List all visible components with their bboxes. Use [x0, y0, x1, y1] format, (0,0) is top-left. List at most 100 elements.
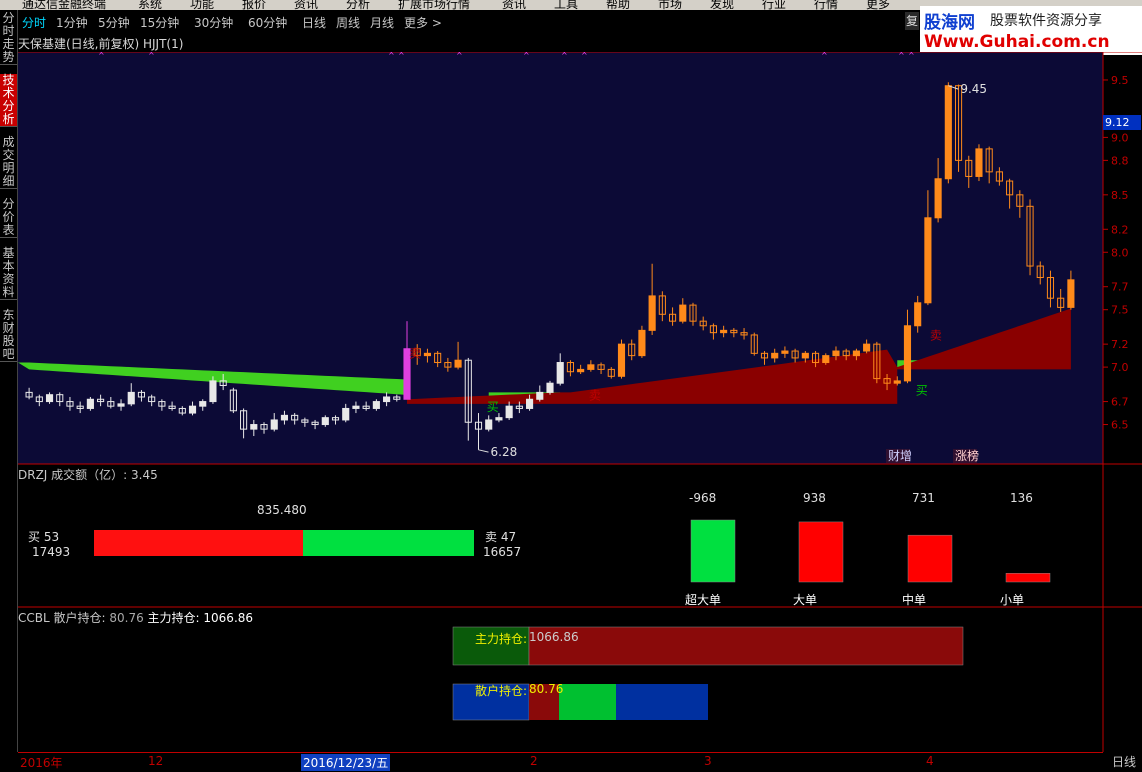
order-size-bar: [798, 521, 844, 583]
menu-item[interactable]: 分析: [346, 0, 370, 10]
candle-body: [383, 396, 391, 403]
candle-body: [423, 352, 432, 357]
event-label: 涨榜: [955, 448, 979, 463]
menu-item[interactable]: 系统: [138, 0, 162, 10]
period-tab[interactable]: 5分钟: [98, 14, 130, 31]
date-axis-label: 12: [148, 754, 164, 768]
ccbl-retail-bar-label: 散户持仓:: [475, 684, 528, 698]
drzj-panel-title: DRZJ 成交额（亿）: 3.45: [18, 468, 158, 482]
y-tick-label: 6.7: [1111, 396, 1129, 409]
candle-body: [832, 350, 840, 357]
sell-signal: 卖: [589, 388, 601, 402]
candle-body: [587, 364, 595, 370]
drzj-sell-value: 16657: [483, 545, 522, 559]
candle-body: [944, 85, 952, 180]
retail-holding-segment: [616, 684, 708, 720]
main-chart-title: 天保基建(日线,前复权) HJJT(1): [18, 37, 184, 51]
period-tab[interactable]: 周线: [336, 14, 360, 31]
order-size-value: 938: [803, 491, 826, 505]
order-size-value: 136: [1010, 491, 1033, 505]
watermark-url: Www.Guhai.com.cn: [924, 32, 1110, 52]
sidebar-tab[interactable]: 技术分析: [0, 74, 17, 127]
signal-marker: ×: [581, 52, 588, 57]
y-tick-label: 8.0: [1111, 246, 1129, 259]
menu-item[interactable]: 行情: [814, 0, 838, 10]
sell-signal: 卖: [930, 329, 942, 343]
sidebar-tab[interactable]: 基本资料: [0, 247, 17, 300]
ccbl-panel-title: CCBL 散户持仓: 80.76 主力持仓: 1066.86: [18, 609, 253, 626]
signal-marker: ×: [821, 52, 828, 57]
menu-item[interactable]: 帮助: [606, 0, 630, 10]
event-label: 财增: [888, 449, 912, 463]
menu-item[interactable]: 扩展市场行情: [398, 0, 470, 10]
candle-body: [188, 405, 197, 414]
ccbl-main-label: 主力持仓:: [143, 611, 204, 625]
menu-item[interactable]: 报价: [242, 0, 266, 10]
candle-body: [250, 424, 258, 430]
menu-item[interactable]: 工具: [554, 0, 578, 10]
candle-body: [1067, 279, 1075, 308]
date-axis-label: 2: [530, 754, 538, 768]
y-tick-label: 8.8: [1111, 154, 1129, 167]
period-tab[interactable]: 更多 >: [404, 14, 442, 31]
ccbl-retail-bar-value: 80.76: [529, 682, 564, 696]
left-sidebar: 分时走势技术分析成交明细分价表基本资料东财股吧: [0, 10, 18, 752]
order-size-value: -968: [689, 491, 716, 505]
menu-item[interactable]: 资讯: [502, 0, 526, 10]
candle-body: [914, 302, 922, 327]
menu-item[interactable]: 资讯: [294, 0, 318, 10]
candle-body: [822, 355, 830, 364]
period-tab[interactable]: 日线: [302, 14, 326, 31]
sell-signal: 卖: [409, 346, 421, 360]
menu-item[interactable]: 功能: [190, 0, 214, 10]
sidebar-tab[interactable]: 分时走势: [0, 12, 17, 65]
period-tab[interactable]: 分时: [22, 14, 46, 31]
period-tab[interactable]: 15分钟: [140, 14, 179, 31]
period-label[interactable]: 日线: [1112, 753, 1136, 770]
ccbl-title-prefix: CCBL 散户持仓:: [18, 611, 110, 625]
menu-item[interactable]: 市场: [658, 0, 682, 10]
ccbl-main-bar-label: 主力持仓:: [475, 632, 528, 646]
signal-marker: ×: [898, 52, 905, 57]
sell-amount-bar: [303, 530, 474, 556]
period-tab[interactable]: 1分钟: [56, 14, 88, 31]
sidebar-tab[interactable]: 成交明细: [0, 136, 17, 189]
candle-body: [720, 329, 728, 334]
candle-body: [280, 414, 289, 421]
signal-marker: ×: [148, 52, 155, 57]
retail-holding-segment: [559, 684, 616, 720]
date-axis-label: 4: [926, 754, 934, 768]
candle-body: [199, 401, 207, 407]
candle-body: [863, 343, 871, 352]
watermark-slogan: 股票软件资源分享: [990, 13, 1102, 29]
restore-button[interactable]: 复: [905, 12, 919, 30]
sidebar-tab[interactable]: 分价表: [0, 198, 17, 238]
menu-item[interactable]: 发现: [710, 0, 734, 10]
candle-body: [209, 380, 217, 403]
low-price-label: 6.28: [491, 445, 518, 459]
date-cursor-label: 2016/12/23/五: [301, 754, 391, 771]
order-size-bar: [1005, 573, 1051, 583]
watermark-logo: 股海网 股票软件资源分享 Www.Guhai.com.cn: [920, 6, 1142, 55]
ccbl-main-bar-value: 1066.86: [529, 630, 579, 644]
y-tick-label: 9.0: [1111, 131, 1129, 144]
ccbl-retail-value: 80.76: [109, 611, 144, 625]
candle-body: [903, 325, 912, 382]
sidebar-tab[interactable]: 东财股吧: [0, 309, 17, 362]
period-tab[interactable]: 30分钟: [194, 14, 233, 31]
menu-item[interactable]: 行业: [762, 0, 786, 10]
candle-body: [117, 403, 125, 407]
candle-body: [975, 148, 983, 177]
drzj-buy-label: 买 53: [28, 530, 60, 544]
y-tick-label: 8.2: [1111, 223, 1129, 236]
signal-marker: ×: [98, 52, 105, 57]
signal-marker: ×: [388, 52, 395, 57]
period-tab[interactable]: 月线: [370, 14, 394, 31]
ccbl-main-value: 1066.86: [203, 611, 254, 625]
menu-item[interactable]: 更多: [866, 0, 890, 10]
period-tab[interactable]: 60分钟: [248, 14, 287, 31]
candle-body: [270, 419, 278, 430]
signal-marker: ×: [908, 52, 915, 57]
date-axis: 2016年 12 2016/12/23/五 2 3 4: [18, 752, 1103, 772]
signal-marker: ×: [523, 52, 530, 57]
